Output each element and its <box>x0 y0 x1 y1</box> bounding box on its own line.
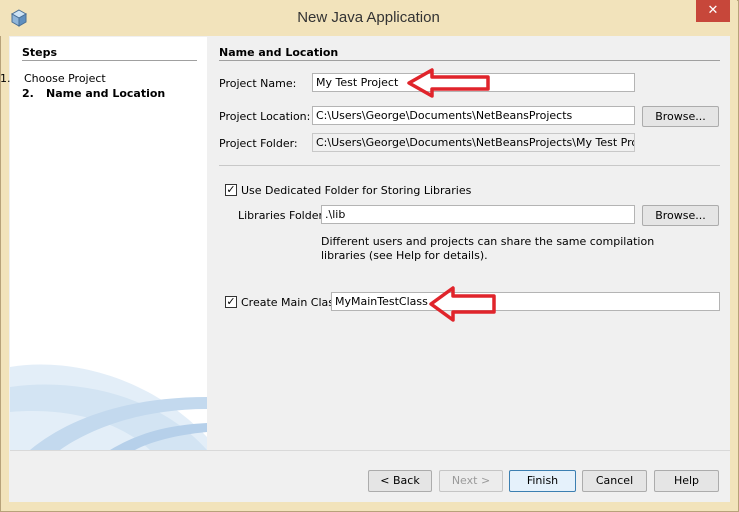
browse-libraries-button[interactable]: Browse... <box>642 205 719 226</box>
red-arrow-icon <box>429 286 496 322</box>
create-main-class-label: Create Main Class <box>241 296 340 309</box>
dedicated-folder-checkbox[interactable]: ✓ <box>225 184 237 196</box>
section-divider <box>219 60 720 61</box>
main-class-input[interactable]: MyMainTestClass <box>331 292 720 311</box>
section-heading: Name and Location <box>219 46 339 59</box>
libraries-folder-label: Libraries Folder: <box>238 209 327 222</box>
dedicated-folder-label: Use Dedicated Folder for Storing Librari… <box>241 184 472 197</box>
steps-heading: Steps <box>22 46 58 59</box>
libraries-note-line1: Different users and projects can share t… <box>321 235 655 248</box>
browse-location-button[interactable]: Browse... <box>642 106 719 127</box>
project-folder-label: Project Folder: <box>219 137 298 150</box>
window-title: New Java Application <box>297 9 440 26</box>
footer-divider <box>10 450 730 451</box>
libraries-folder-input[interactable]: .\lib <box>321 205 635 224</box>
step-number: 1. <box>0 72 11 85</box>
cancel-button[interactable]: Cancel <box>582 470 647 492</box>
step-number: 2. <box>22 87 34 100</box>
steps-divider <box>22 60 197 61</box>
project-location-label: Project Location: <box>219 110 311 123</box>
finish-button[interactable]: Finish <box>509 470 576 492</box>
red-arrow-icon <box>407 68 490 98</box>
libraries-note-line2: libraries (see Help for details). <box>321 249 488 262</box>
next-button[interactable]: Next > <box>439 470 503 492</box>
close-button[interactable]: ✕ <box>696 0 730 22</box>
help-button[interactable]: Help <box>654 470 719 492</box>
project-location-input[interactable]: C:\Users\George\Documents\NetBeansProjec… <box>312 106 635 125</box>
step-label: Name and Location <box>46 87 166 100</box>
project-name-label: Project Name: <box>219 77 297 90</box>
step-name-and-location: 2. Name and Location <box>22 87 202 101</box>
step-choose-project: 1. Choose Project <box>0 72 180 86</box>
create-main-class-checkbox[interactable]: ✓ <box>225 296 237 308</box>
project-folder-field[interactable]: C:\Users\George\Documents\NetBeansProjec… <box>312 133 635 152</box>
step-label: Choose Project <box>24 72 106 85</box>
back-button[interactable]: < Back <box>368 470 432 492</box>
divider <box>219 165 720 166</box>
